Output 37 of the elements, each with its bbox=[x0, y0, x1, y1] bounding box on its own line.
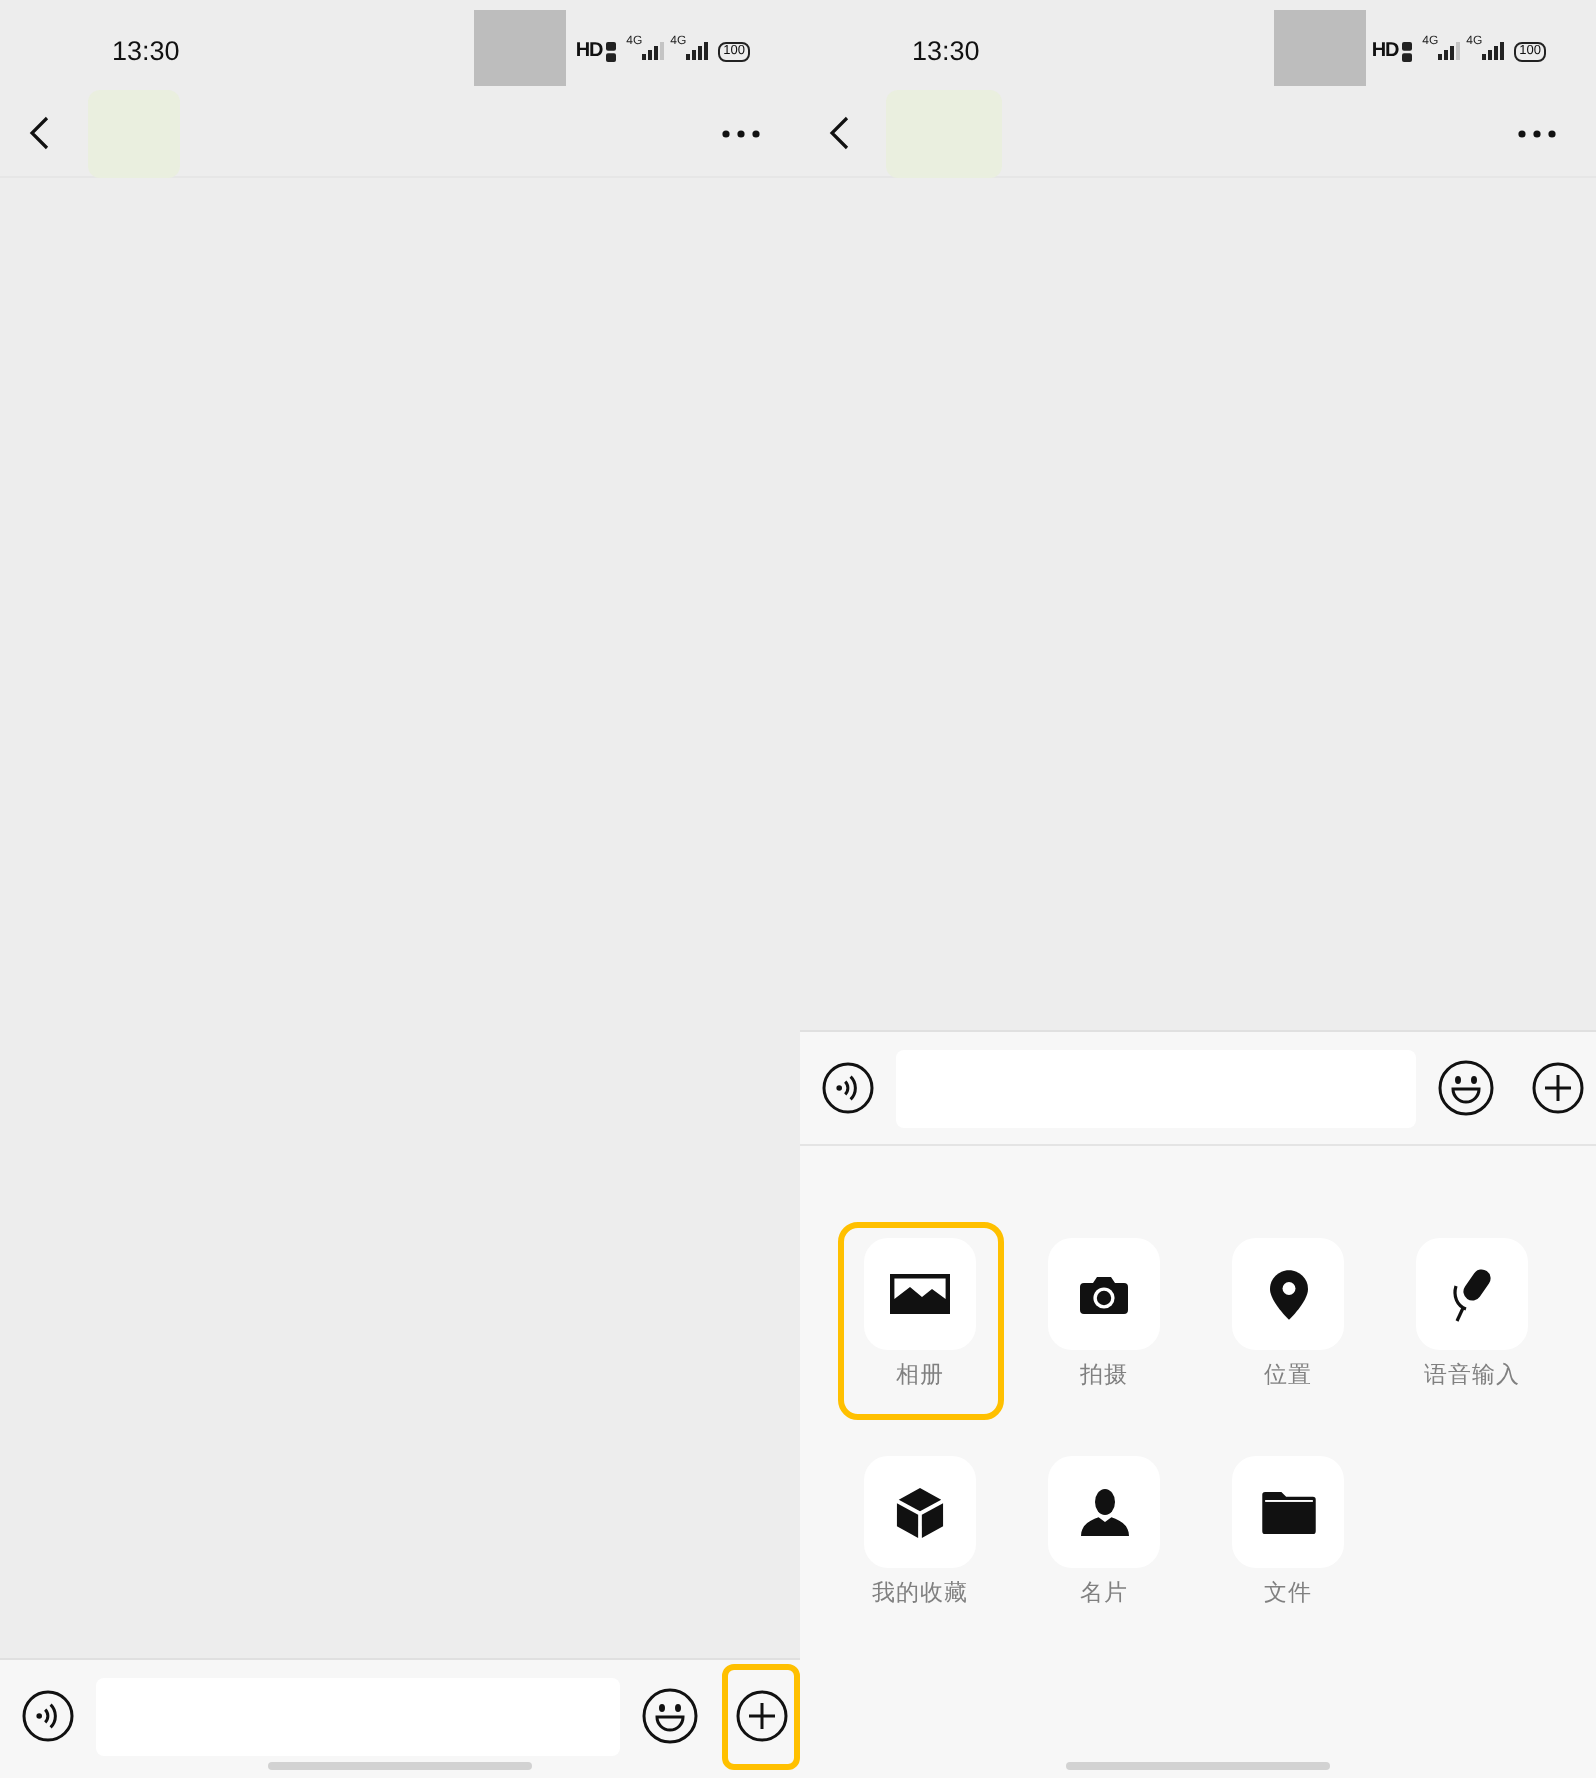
plus-button[interactable] bbox=[722, 1663, 800, 1769]
back-icon[interactable] bbox=[28, 116, 50, 150]
voice-icon[interactable] bbox=[22, 1690, 74, 1742]
folder-icon bbox=[1232, 1456, 1344, 1568]
signal-bars-icon bbox=[686, 42, 709, 60]
picture-icon bbox=[864, 1238, 976, 1350]
location-pin-icon bbox=[1232, 1238, 1344, 1350]
panel-item[interactable]: 位置 bbox=[1205, 1222, 1371, 1420]
voice-icon[interactable] bbox=[822, 1062, 874, 1114]
status-time: 13:30 bbox=[112, 36, 180, 66]
more-icon[interactable] bbox=[1518, 129, 1556, 137]
more-icon[interactable] bbox=[722, 129, 760, 137]
stacked-squares-icon bbox=[606, 41, 617, 61]
redaction-block bbox=[1274, 10, 1366, 86]
hd-label: HD bbox=[1371, 40, 1399, 62]
panel-item[interactable]: 我的收藏 bbox=[837, 1440, 1003, 1638]
stacked-squares-icon bbox=[1402, 41, 1413, 61]
signal-bars-icon bbox=[642, 42, 665, 60]
camera-icon bbox=[1048, 1238, 1160, 1350]
panel-item[interactable]: 拍摄 bbox=[1021, 1222, 1187, 1420]
emoji-icon[interactable] bbox=[1438, 1060, 1494, 1116]
panel-item[interactable]: 相册 bbox=[837, 1222, 1003, 1420]
signal-bars-icon bbox=[1482, 42, 1505, 60]
redaction-block bbox=[474, 10, 566, 86]
panel-item[interactable]: 名片 bbox=[1021, 1440, 1187, 1638]
person-icon bbox=[1048, 1456, 1160, 1568]
back-icon[interactable] bbox=[828, 116, 850, 150]
hd-label: HD bbox=[575, 40, 603, 62]
cube-icon bbox=[864, 1456, 976, 1568]
signal-bars-icon bbox=[1438, 42, 1461, 60]
emoji-icon[interactable] bbox=[642, 1688, 698, 1744]
microphone-icon bbox=[1416, 1238, 1528, 1350]
panel-item[interactable]: 文件 bbox=[1205, 1440, 1371, 1638]
plus-icon bbox=[735, 1690, 787, 1742]
panel-item[interactable]: 语音输入 bbox=[1389, 1222, 1555, 1420]
plus-icon bbox=[1531, 1062, 1583, 1114]
status-time: 13:30 bbox=[912, 36, 980, 66]
